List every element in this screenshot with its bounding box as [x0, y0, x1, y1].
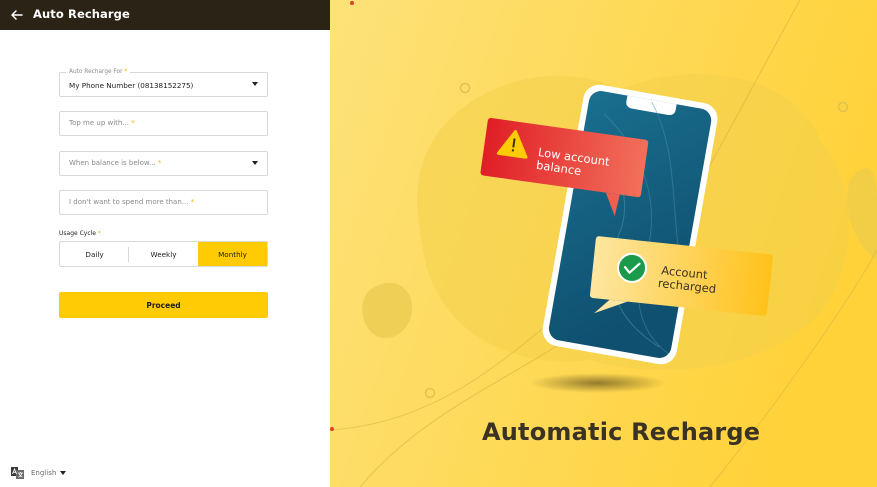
header-bar: Auto Recharge — [0, 0, 330, 30]
recharge-for-value: My Phone Number (08138152275) — [69, 81, 194, 90]
chevron-down-icon — [252, 161, 258, 165]
hero-artwork — [330, 0, 877, 487]
language-label: English — [31, 469, 57, 477]
usage-cycle-label: Usage Cycle * — [59, 230, 101, 237]
usage-cycle-daily[interactable]: Daily — [60, 242, 129, 266]
top-up-input[interactable]: Top me up with... * — [59, 111, 268, 136]
hero-title: Automatic Recharge — [482, 418, 761, 446]
chevron-down-icon — [60, 471, 67, 475]
usage-cycle-weekly[interactable]: Weekly — [129, 242, 198, 266]
chevron-down-icon — [252, 82, 258, 86]
hero-illustration: Low account balance Account recharged Au… — [330, 0, 877, 487]
recharge-for-select[interactable]: Auto Recharge For * My Phone Number (081… — [59, 69, 268, 97]
form-panel: Auto Recharge Auto Recharge For * My Pho… — [0, 0, 330, 487]
spend-limit-placeholder: I don't want to spend more than... * — [69, 198, 195, 206]
balance-threshold-placeholder: When balance is below... * — [69, 159, 162, 167]
spend-limit-input[interactable]: I don't want to spend more than... * — [59, 190, 268, 215]
language-selector[interactable]: English — [11, 467, 67, 479]
translate-icon — [11, 467, 24, 479]
back-arrow-icon[interactable] — [10, 8, 24, 22]
usage-cycle-monthly[interactable]: Monthly — [198, 242, 267, 266]
recharge-for-label: Auto Recharge For * — [66, 69, 131, 75]
usage-cycle-toggle: Daily Weekly Monthly — [59, 241, 268, 267]
proceed-button[interactable]: Proceed — [59, 292, 268, 318]
page-title: Auto Recharge — [33, 7, 130, 21]
top-up-placeholder: Top me up with... * — [69, 119, 135, 127]
balance-threshold-select[interactable]: When balance is below... * — [59, 151, 268, 176]
